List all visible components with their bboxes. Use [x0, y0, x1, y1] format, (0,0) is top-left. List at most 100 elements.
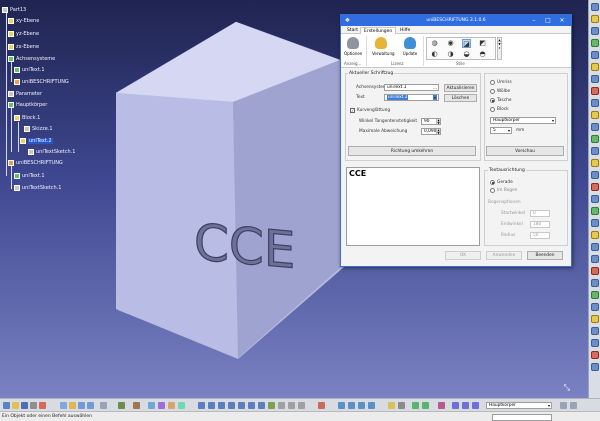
update-all-icon[interactable] [388, 402, 395, 409]
more-tools-icon[interactable] [591, 363, 599, 371]
analysis-tool-icon[interactable] [591, 327, 599, 335]
mode-outline-radio[interactable] [490, 80, 495, 85]
assemble-icon[interactable] [462, 402, 469, 409]
maximize-icon[interactable]: □ [541, 15, 555, 26]
chamfer-tool-icon[interactable] [591, 111, 599, 119]
rotate-icon[interactable] [228, 402, 235, 409]
mode-block-radio[interactable] [490, 107, 495, 112]
tree-item-unibeschriftung-a[interactable]: uniBESCHRIFTUNG [14, 78, 69, 86]
text-select[interactable]: uniText.2 ▾ [384, 94, 439, 101]
redo-icon[interactable] [87, 402, 94, 409]
tree-item-xy-plane[interactable]: xy-Ebene [8, 17, 39, 25]
point-icon[interactable] [348, 402, 355, 409]
dialog-titlebar[interactable]: ❖ uniBESCHRIFTUNG 3.1.0.6 – □ ✕ [341, 15, 571, 26]
tangent-input[interactable]: 90 ▲ ▼ [421, 118, 441, 125]
toolbar-end-icon[interactable] [560, 402, 567, 409]
style-icon[interactable]: ◐ [430, 50, 439, 59]
end-angle-input[interactable]: 180 [530, 221, 550, 228]
depth-input[interactable]: 5 ▾ [490, 127, 512, 134]
split-tool-icon[interactable] [591, 171, 599, 179]
axis-tool-icon[interactable] [591, 255, 599, 263]
shaft-tool-icon[interactable] [591, 39, 599, 47]
tab-create[interactable]: Erstellungen [360, 27, 397, 34]
manage-button[interactable]: Verwaltung [372, 37, 395, 56]
close-icon[interactable]: ✕ [555, 15, 569, 26]
groove-tool-icon[interactable] [591, 51, 599, 59]
minimize-icon[interactable]: – [527, 15, 541, 26]
copy-icon[interactable] [60, 402, 67, 409]
tab-start[interactable]: Start [344, 27, 361, 34]
open-icon[interactable] [12, 402, 19, 409]
catalog-icon[interactable] [148, 402, 155, 409]
tree-root[interactable]: Part13 [2, 6, 26, 14]
gallery-scroll[interactable]: ▲ ▼ ▾ [497, 37, 502, 60]
constraint-icon[interactable] [412, 402, 419, 409]
plane-tool-icon[interactable] [368, 402, 375, 409]
rib-tool-icon[interactable] [591, 75, 599, 83]
tree-item-axis-systems[interactable]: Achsensysteme [8, 55, 55, 63]
tree-item-zx-plane[interactable]: zx-Ebene [8, 43, 39, 51]
options-button[interactable]: Optionen [344, 37, 362, 56]
tree-item-unitextsketch-1a[interactable]: uniTextSketch.1 [28, 148, 75, 156]
compass-icon[interactable]: ⤡ [564, 383, 570, 393]
tree-item-unitextsketch-1b[interactable]: uniTextSketch.1 [14, 184, 61, 192]
pattern-tool-icon[interactable] [591, 195, 599, 203]
tree-item-parameters[interactable]: Parameter [8, 90, 42, 98]
paste-icon[interactable] [69, 402, 76, 409]
fly-icon[interactable] [198, 402, 205, 409]
annotation-tool-icon[interactable] [591, 303, 599, 311]
zoom-out-icon[interactable] [248, 402, 255, 409]
align-arc-radio[interactable] [490, 188, 495, 193]
thread-tool-icon[interactable] [591, 159, 599, 167]
style-icon-selected[interactable]: ◪ [462, 39, 471, 48]
draft-tool-icon[interactable] [591, 123, 599, 131]
save-icon[interactable] [21, 402, 28, 409]
swap-space-icon[interactable] [298, 402, 305, 409]
measure-tool-icon[interactable] [591, 279, 599, 287]
boolean-tool-icon[interactable] [591, 267, 599, 275]
undo-icon[interactable] [78, 402, 85, 409]
sketch-tool-icon[interactable] [591, 3, 599, 11]
update-axis-button[interactable]: Aktualisieren [444, 84, 477, 92]
mode-emboss-radio[interactable] [490, 89, 495, 94]
ok-button[interactable]: OK [445, 251, 481, 260]
3d-annotation-icon[interactable] [438, 402, 445, 409]
tree-item-unitext-2[interactable]: uniText.2 [20, 137, 53, 145]
shell-tool-icon[interactable] [591, 135, 599, 143]
symmetry-tool-icon[interactable] [591, 243, 599, 251]
update-button[interactable]: Update [401, 37, 419, 56]
style-icon[interactable]: ◒ [462, 50, 471, 59]
toolbar-end-icon[interactable] [570, 402, 577, 409]
translate-tool-icon[interactable] [591, 219, 599, 227]
style-icon[interactable]: ◩ [478, 39, 487, 48]
command-input[interactable] [492, 414, 552, 421]
tree-item-sketch-1[interactable]: Skizze.1 [24, 125, 53, 133]
reverse-direction-button[interactable]: Richtung umkehren [348, 146, 476, 156]
deviation-input[interactable]: 0,090 ▲ ▼ [421, 128, 441, 135]
pocket-tool-icon[interactable] [591, 27, 599, 35]
style-icon[interactable]: ◉ [446, 39, 455, 48]
preview-button[interactable]: Vorschau [486, 146, 564, 156]
constraint-tool-icon[interactable] [591, 315, 599, 323]
measure-icon[interactable] [133, 402, 140, 409]
tree-item-block-1[interactable]: Block.1 [14, 114, 40, 122]
axis-select[interactable]: uniText.1… [384, 84, 439, 91]
scan-icon[interactable] [178, 402, 185, 409]
tree-item-unibeschriftung-b[interactable]: uniBESCHRIFTUNG [8, 159, 63, 167]
apply-button[interactable]: Anwenden [486, 251, 522, 260]
close-button[interactable]: Beenden [527, 251, 563, 260]
formula-icon[interactable] [118, 402, 125, 409]
body-select[interactable]: Hauptkörper ▾ [490, 117, 556, 124]
thickness-tool-icon[interactable] [591, 147, 599, 155]
sketcher-icon[interactable] [318, 402, 325, 409]
apply-material-icon[interactable] [398, 402, 405, 409]
radius-input[interactable]: 50 [530, 232, 550, 239]
style-icon[interactable]: ◑ [446, 50, 455, 59]
mode-pocket-radio[interactable] [490, 98, 495, 103]
slot-tool-icon[interactable] [591, 87, 599, 95]
help-icon[interactable] [100, 402, 107, 409]
line-icon[interactable] [358, 402, 365, 409]
rotate-tool-icon[interactable] [591, 231, 599, 239]
tree-item-unitext-1b[interactable]: uniText.1 [14, 172, 45, 180]
delete-button[interactable]: Löschen [444, 94, 477, 102]
